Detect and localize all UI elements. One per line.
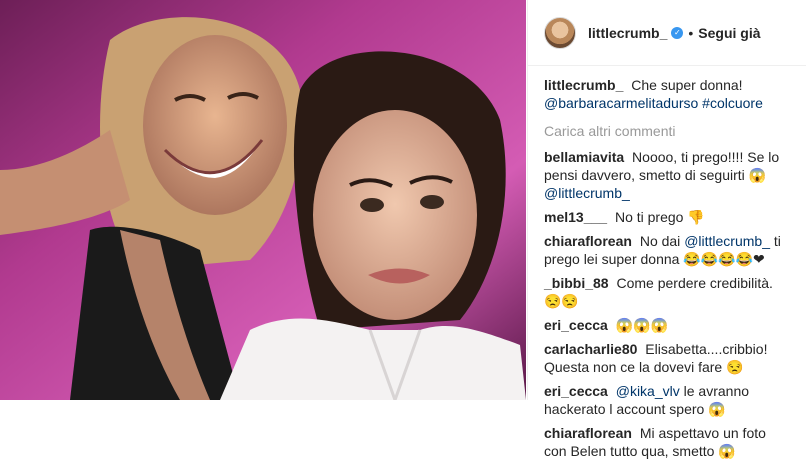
caption-hashtag[interactable]: #colcuore [702,95,763,111]
comment-username[interactable]: eri_cecca [544,317,608,333]
comment-username[interactable]: _bibbi_88 [544,275,609,291]
comment-username[interactable]: eri_cecca [544,383,608,399]
post-image [0,0,526,400]
comment-mention[interactable]: @littlecrumb_ [684,233,770,249]
comment-mention[interactable]: @littlecrumb_ [544,185,630,201]
comment-mention[interactable]: @kika_vlv [616,383,680,399]
caption-text: Che super donna! [631,77,743,93]
comment-text: No ti prego 👎 [614,209,705,225]
comment-text: No dai [639,233,681,249]
comment: bellamiavita Noooo, ti prego!!!! Se lo p… [544,148,790,202]
comments-list: littlecrumb_ Che super donna! @barbaraca… [528,66,806,460]
post-header: littlecrumb_ ✓ • Segui già [528,0,806,66]
comment: chiaraflorean Mi aspettavo un foto con B… [544,424,790,460]
verified-badge-icon: ✓ [671,26,684,39]
load-more-comments[interactable]: Carica altri commenti [544,122,790,140]
comment: carlacharlie80 Elisabetta....cribbio! Qu… [544,340,790,376]
comment-username[interactable]: mel13___ [544,209,607,225]
separator-dot: • [688,24,694,41]
follow-button[interactable]: Segui già [698,25,760,41]
comment-username[interactable]: bellamiavita [544,149,624,165]
caption: littlecrumb_ Che super donna! @barbaraca… [544,76,790,112]
comment: eri_cecca @kika_vlv le avranno hackerato… [544,382,790,418]
comment-username[interactable]: chiaraflorean [544,233,632,249]
comment: eri_cecca 😱😱😱 [544,316,790,334]
post-photo[interactable] [0,0,526,400]
caption-username[interactable]: littlecrumb_ [544,77,623,93]
avatar[interactable] [544,16,576,49]
comment: _bibbi_88 Come perdere credibilità. 😒😒 [544,274,790,310]
header-username[interactable]: littlecrumb_ [588,25,667,41]
comment-username[interactable]: carlacharlie80 [544,341,637,357]
comment-text: 😱😱😱 [615,317,669,333]
caption-mention[interactable]: @barbaracarmelitadurso [544,95,698,111]
comment-username[interactable]: chiaraflorean [544,425,632,441]
comment: chiaraflorean No dai @littlecrumb_ ti pr… [544,232,790,268]
comment: mel13___ No ti prego 👎 [544,208,790,226]
post-sidebar: littlecrumb_ ✓ • Segui già littlecrumb_ … [527,0,806,459]
